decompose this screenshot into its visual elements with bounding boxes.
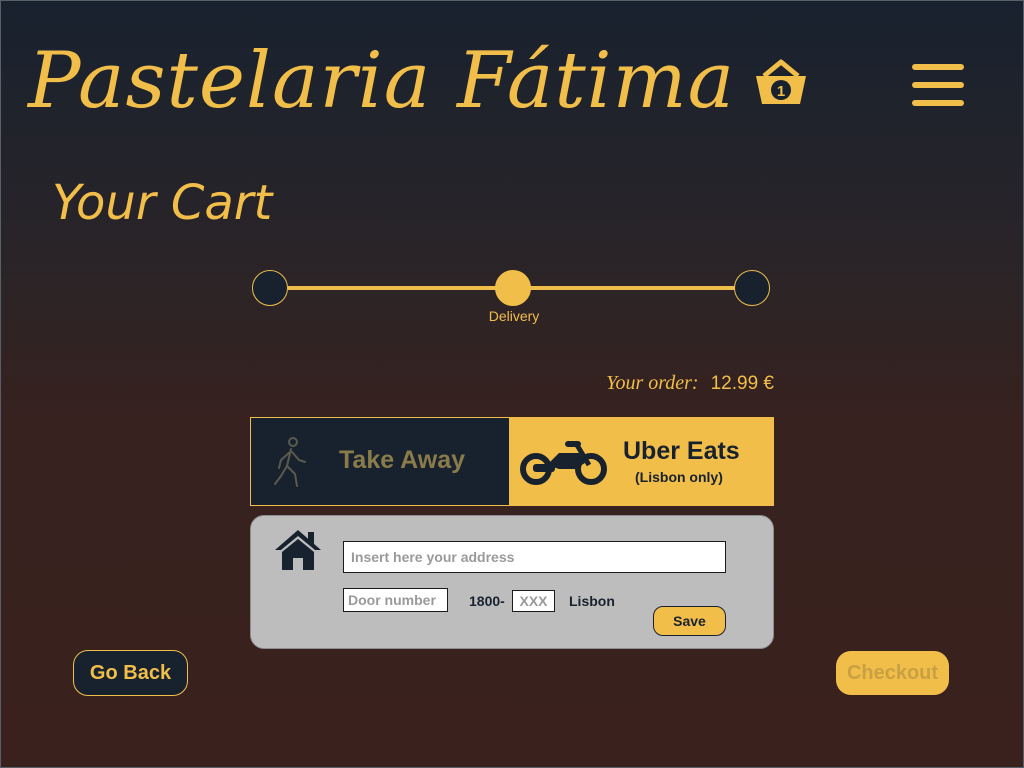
postal-code-input[interactable]: [512, 590, 555, 612]
checkout-button[interactable]: Checkout: [836, 651, 949, 695]
uber-eats-label: Uber Eats: [623, 437, 740, 465]
door-number-input[interactable]: [343, 588, 448, 612]
address-input[interactable]: [343, 541, 726, 573]
uber-eats-sublabel: (Lisbon only): [635, 469, 723, 485]
step-label-delivery: Delivery: [488, 308, 540, 324]
cart-count-badge: 1: [777, 83, 785, 100]
city-label: Lisbon: [569, 593, 615, 609]
order-total: 12.99 €: [710, 373, 774, 394]
basket-icon[interactable]: 1: [752, 58, 810, 108]
go-back-button[interactable]: Go Back: [73, 650, 188, 696]
address-form-panel: 1800- Lisbon Save: [250, 515, 774, 649]
step-1-indicator: [252, 270, 288, 306]
postal-code-prefix: 1800-: [469, 593, 505, 609]
checkout-progress-stepper: Delivery: [252, 268, 772, 328]
walking-person-icon: [274, 437, 306, 487]
take-away-label: Take Away: [339, 446, 466, 474]
take-away-option[interactable]: Take Away: [250, 417, 510, 506]
step-2-indicator-active: [495, 270, 531, 306]
save-button[interactable]: Save: [653, 606, 726, 636]
step-3-indicator: [734, 270, 770, 306]
order-summary: Your order: 12.99 €: [560, 372, 774, 395]
motorbike-icon: [520, 441, 607, 485]
hamburger-menu-icon[interactable]: [912, 64, 964, 106]
order-label: Your order:: [606, 372, 699, 394]
brand-logo[interactable]: Pastelaria Fátima: [28, 26, 734, 136]
home-icon: [275, 530, 321, 570]
uber-eats-option[interactable]: Uber Eats (Lisbon only): [509, 417, 774, 506]
page-title: Your Cart: [52, 175, 273, 231]
